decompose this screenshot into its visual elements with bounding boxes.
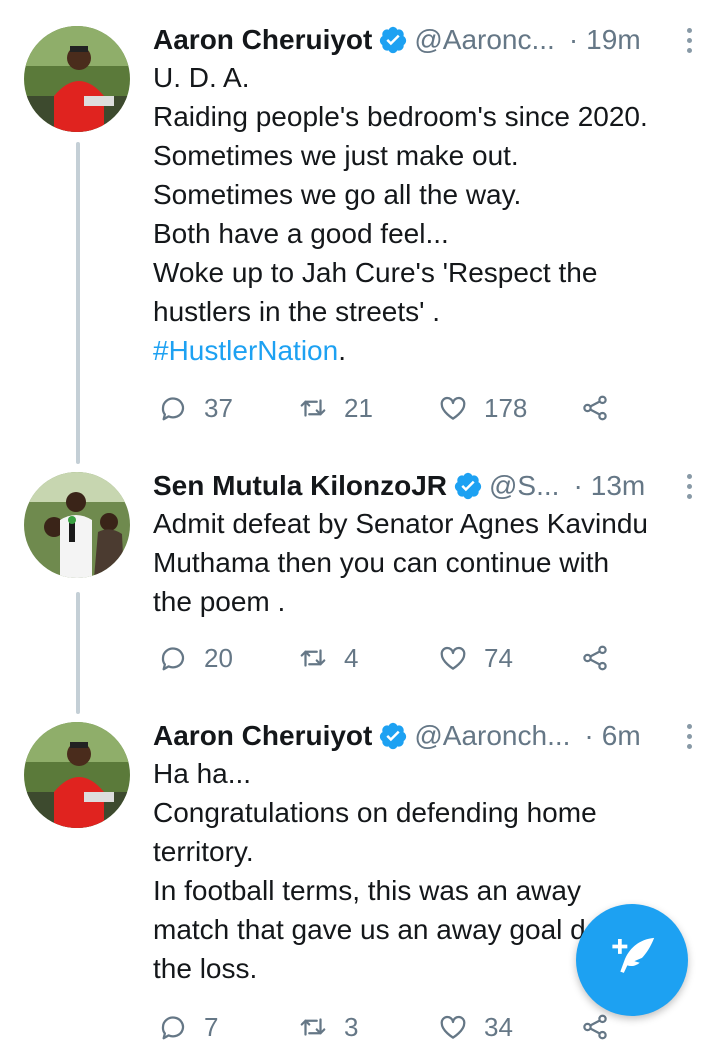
reply-button[interactable]: 7 (158, 1012, 298, 1043)
retweet-icon (300, 399, 326, 417)
author-handle[interactable]: @Aaronc... (414, 24, 554, 56)
avatar[interactable] (24, 722, 130, 828)
share-icon (583, 395, 607, 421)
tweet-line: U. D. A. (153, 62, 250, 93)
tweet-actions: 7 3 34 (158, 1007, 610, 1047)
reply-icon (161, 1016, 185, 1040)
retweet-count: 4 (344, 642, 359, 673)
tweet-line: Woke up to Jah Cure's 'Respect the (153, 257, 598, 288)
share-icon (583, 1014, 607, 1040)
retweet-count: 3 (344, 1011, 359, 1042)
timestamp[interactable]: 19m (586, 24, 640, 56)
share-button[interactable] (580, 393, 610, 423)
verified-badge-icon (380, 26, 407, 54)
separator-dot: · (568, 24, 579, 55)
author-name[interactable]: Aaron Cheruiyot (153, 24, 372, 56)
like-button[interactable]: 74 (438, 643, 580, 674)
tweet-line: Sometimes we just make out. (153, 140, 519, 171)
author-handle[interactable]: @S... (489, 470, 559, 502)
tweet-1[interactable]: Aaron Cheruiyot @Aaronc... · 19m U. D. A… (0, 20, 719, 440)
tweet-line: Admit defeat by Senator Agnes Kavindu (153, 508, 648, 539)
avatar[interactable] (24, 26, 130, 132)
tweet-line-hashtag: #HustlerNation. (153, 331, 699, 370)
reply-icon (161, 647, 185, 671)
timestamp[interactable]: 6m (602, 720, 641, 752)
avatar[interactable] (24, 472, 130, 578)
tweet-header: Aaron Cheruiyot @Aaronch... · 6m (153, 716, 699, 756)
hashtag-suffix: . (338, 335, 346, 366)
like-count: 74 (484, 642, 513, 673)
reply-count: 7 (204, 1011, 219, 1042)
author-handle[interactable]: @Aaronch... (414, 720, 570, 752)
author-name[interactable]: Sen Mutula KilonzoJR (153, 470, 447, 502)
compose-tweet-icon (612, 937, 655, 973)
tweet-line: hustlers in the streets' . (153, 296, 441, 327)
tweet-line: Muthama then you can continue with (153, 547, 610, 578)
like-count: 178 (484, 392, 528, 423)
author-name[interactable]: Aaron Cheruiyot (153, 720, 372, 752)
more-vertical-icon[interactable] (669, 473, 699, 499)
retweet-icon (300, 649, 326, 667)
like-button[interactable]: 178 (438, 393, 580, 424)
hashtag-link[interactable]: #HustlerNation (153, 335, 338, 366)
share-icon (583, 645, 607, 671)
more-vertical-icon[interactable] (669, 27, 699, 53)
tweet-header: Sen Mutula KilonzoJR @S... · 13m (153, 466, 699, 506)
retweet-count: 21 (344, 392, 373, 423)
tweet-line: the poem . (153, 586, 286, 617)
reply-count: 37 (204, 392, 233, 423)
tweet-2[interactable]: Sen Mutula KilonzoJR @S... · 13m Admit d… (0, 466, 719, 696)
heart-icon (440, 646, 466, 670)
tweet-actions: 20 4 74 (158, 638, 610, 678)
tweet-line: Both have a good feel... (153, 218, 449, 249)
tweet-line: Raiding people's bedroom's since 2020. (153, 101, 648, 132)
reply-button[interactable]: 20 (158, 643, 298, 674)
avatar-photo (24, 26, 130, 132)
timestamp[interactable]: 13m (591, 470, 645, 502)
share-button[interactable] (580, 643, 610, 673)
avatar-photo (24, 722, 130, 828)
tweet-line: Sometimes we go all the way. (153, 179, 522, 210)
like-count: 34 (484, 1011, 513, 1042)
verified-badge-icon (454, 472, 482, 500)
tweet-actions: 37 21 178 (158, 388, 610, 428)
verified-badge-icon (380, 722, 407, 750)
reply-button[interactable]: 37 (158, 393, 298, 424)
tweet-line: Congratulations on defending home (153, 797, 597, 828)
avatar-photo (24, 472, 130, 578)
retweet-button[interactable]: 4 (298, 643, 438, 674)
heart-icon (440, 1015, 466, 1039)
tweet-line: Ha ha... (153, 758, 252, 789)
retweet-button[interactable]: 21 (298, 393, 438, 424)
share-button[interactable] (580, 1012, 610, 1042)
tweet-line: In football terms, this was an away (153, 875, 581, 906)
reply-count: 20 (204, 642, 233, 673)
tweet-line: territory. (153, 836, 254, 867)
compose-tweet-button[interactable] (576, 904, 688, 1016)
heart-icon (440, 396, 466, 420)
retweet-button[interactable]: 3 (298, 1012, 438, 1043)
tweet-header: Aaron Cheruiyot @Aaronc... · 19m (153, 20, 699, 60)
like-button[interactable]: 34 (438, 1012, 580, 1043)
reply-icon (161, 397, 185, 421)
separator-dot: · (584, 720, 594, 751)
tweet-text: U. D. A. Raiding people's bedroom's sinc… (153, 58, 699, 370)
separator-dot: · (573, 470, 583, 501)
more-vertical-icon[interactable] (669, 723, 699, 749)
tweet-text: Admit defeat by Senator Agnes Kavindu Mu… (153, 504, 699, 621)
retweet-icon (300, 1018, 326, 1036)
